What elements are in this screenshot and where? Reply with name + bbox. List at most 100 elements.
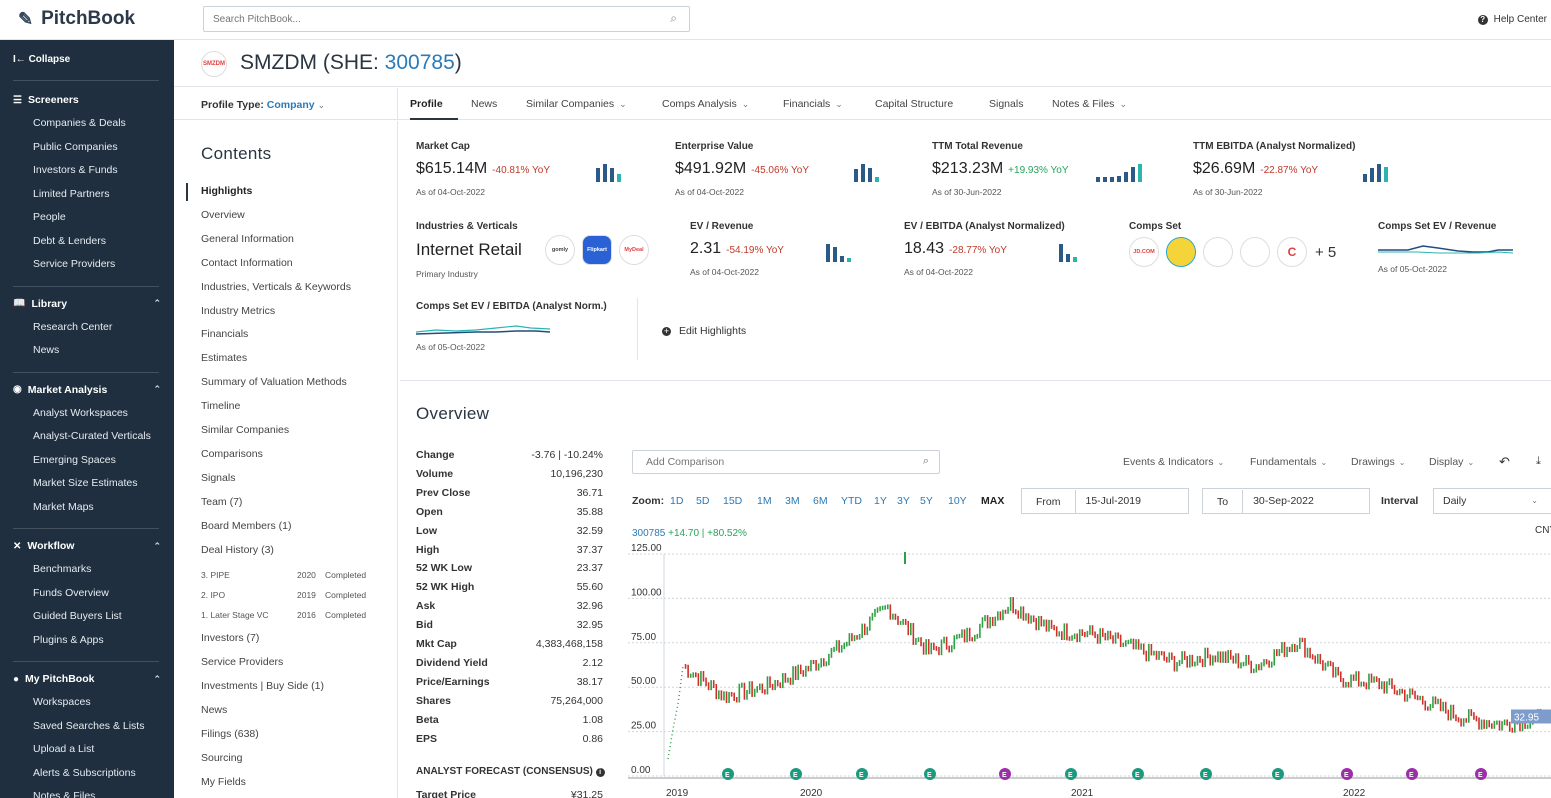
comps-set-card[interactable]: Comps Set (1129, 221, 1181, 232)
from-value[interactable]: 15-Jul-2019 (1076, 495, 1141, 507)
zoom-1d[interactable]: 1D (670, 495, 683, 507)
sidebar-item[interactable]: Research Center (33, 321, 112, 333)
contents-item[interactable]: News (201, 704, 227, 716)
industry-logo[interactable]: gomly (545, 235, 575, 265)
comp-logo[interactable] (1240, 237, 1270, 267)
contents-item[interactable]: Overview (201, 209, 245, 221)
interval-select[interactable]: Daily ⌄ (1433, 488, 1551, 514)
sidebar-item[interactable]: Emerging Spaces (33, 454, 116, 466)
download-icon[interactable]: ⤓ (1536, 455, 1541, 468)
contents-item[interactable]: Board Members (1) (201, 520, 291, 532)
sidebar-item[interactable]: Upload a List (33, 743, 94, 755)
zoom-max[interactable]: MAX (981, 495, 1004, 507)
help-center-link[interactable]: ? Help Center (1477, 14, 1547, 25)
collapse-button[interactable]: I← Collapse (13, 54, 70, 65)
sidebar-item[interactable]: Analyst Workspaces (33, 407, 128, 419)
contents-item[interactable]: General Information (201, 233, 294, 245)
sidebar-item[interactable]: Companies & Deals (33, 117, 126, 129)
sidebar-section-screeners[interactable]: ☰ Screeners (13, 94, 161, 106)
to-date-field[interactable]: To 30-Sep-2022 (1202, 488, 1370, 514)
contents-item[interactable]: Team (7) (201, 496, 242, 508)
sidebar-item[interactable]: Service Providers (33, 258, 115, 270)
enterprise-value-card[interactable]: Enterprise Value $491.92M -45.06% YoY As … (675, 141, 809, 197)
search-icon[interactable]: ⌕ (923, 455, 929, 468)
add-comparison-field[interactable]: ⌕ (632, 450, 940, 474)
sidebar-item[interactable]: Notes & Files (33, 790, 95, 798)
comp-logo[interactable]: JD.COM (1129, 237, 1159, 267)
industry-logo[interactable]: Flipkart (582, 235, 612, 265)
search-input[interactable] (204, 7, 644, 31)
comps-more-count[interactable]: + 5 (1315, 244, 1336, 261)
company-ticker-link[interactable]: 300785 (385, 51, 455, 74)
market-cap-card[interactable]: Market Cap $615.14M -40.81% YoY As of 04-… (416, 141, 550, 197)
deal-history-item[interactable]: 3. PIPE 2020 Completed (201, 570, 373, 580)
zoom-ytd[interactable]: YTD (841, 495, 862, 507)
tab-news[interactable]: News (471, 98, 497, 110)
sidebar-item[interactable]: Benchmarks (33, 563, 91, 575)
contents-item[interactable]: Investments | Buy Side (1) (201, 680, 324, 692)
tab-comps-analysis[interactable]: Comps Analysis ⌄ (662, 98, 749, 110)
contents-item[interactable]: Sourcing (201, 752, 242, 764)
sidebar-item[interactable]: Funds Overview (33, 587, 109, 599)
contents-item[interactable]: Comparisons (201, 448, 263, 460)
contents-item[interactable]: Industries, Verticals & Keywords (201, 281, 351, 293)
display-dropdown[interactable]: Display ⌄ (1429, 456, 1474, 468)
sidebar-item[interactable]: Public Companies (33, 141, 118, 153)
sidebar-item[interactable]: Alerts & Subscriptions (33, 767, 136, 779)
sidebar-section-library[interactable]: 📖 Library ⌃ (13, 298, 161, 310)
zoom-5d[interactable]: 5D (696, 495, 709, 507)
sidebar-section-market-analysis[interactable]: ◉ Market Analysis ⌃ (13, 384, 161, 396)
contents-item[interactable]: Deal History (3) (201, 544, 274, 556)
tab-notes-files[interactable]: Notes & Files ⌄ (1052, 98, 1127, 110)
comp-logo[interactable] (1166, 237, 1196, 267)
contents-item[interactable]: Contact Information (201, 257, 293, 269)
contents-item[interactable]: Industry Metrics (201, 305, 275, 317)
sidebar-item[interactable]: Limited Partners (33, 188, 109, 200)
contents-item[interactable]: Service Providers (201, 656, 283, 668)
zoom-3m[interactable]: 3M (785, 495, 800, 507)
search-icon[interactable]: ⌕ (670, 11, 677, 26)
zoom-1y[interactable]: 1Y (874, 495, 887, 507)
zoom-10y[interactable]: 10Y (948, 495, 967, 507)
sidebar-item[interactable]: News (33, 344, 59, 356)
zoom-1m[interactable]: 1M (757, 495, 772, 507)
events-indicators-dropdown[interactable]: Events & Indicators ⌄ (1123, 456, 1224, 468)
contents-item[interactable]: Timeline (201, 400, 240, 412)
sidebar-item[interactable]: Market Maps (33, 501, 94, 513)
contents-item[interactable]: Summary of Valuation Methods (201, 376, 347, 388)
sidebar-item[interactable]: Plugins & Apps (33, 634, 104, 646)
sidebar-item[interactable]: Debt & Lenders (33, 235, 106, 247)
profile-type-selector[interactable]: Profile Type: Company ⌄ (201, 99, 325, 111)
tab-capital-structure[interactable]: Capital Structure (875, 98, 953, 110)
sidebar-item[interactable]: Guided Buyers List (33, 610, 122, 622)
price-chart[interactable]: 125.00 100.00 75.00 50.00 25.00 0.00 2019 2020 2… (628, 544, 1551, 798)
tab-similar-companies[interactable]: Similar Companies ⌄ (526, 98, 627, 110)
sidebar-item[interactable]: Workspaces (33, 696, 91, 708)
industries-card[interactable]: Industries & Verticals Internet Retail P… (416, 221, 522, 279)
drawings-dropdown[interactable]: Drawings ⌄ (1351, 456, 1405, 468)
deal-history-item[interactable]: 1. Later Stage VC 2016 Completed (201, 610, 373, 620)
zoom-15d[interactable]: 15D (723, 495, 742, 507)
sidebar-section-my-pitchbook[interactable]: ● My PitchBook ⌃ (13, 673, 161, 685)
fundamentals-dropdown[interactable]: Fundamentals ⌄ (1250, 456, 1327, 468)
tab-signals[interactable]: Signals (989, 98, 1023, 110)
global-search[interactable]: ⌕ (203, 6, 690, 32)
contents-item[interactable]: Investors (7) (201, 632, 259, 644)
comps-ev-ebitda-card[interactable]: Comps Set EV / EBITDA (Analyst Norm.) As… (416, 301, 607, 352)
deal-history-item[interactable]: 2. IPO 2019 Completed (201, 590, 373, 600)
contents-item[interactable]: Signals (201, 472, 235, 484)
tab-profile[interactable]: Profile (410, 98, 443, 110)
comp-logo[interactable]: C (1277, 237, 1307, 267)
sidebar-item[interactable]: People (33, 211, 66, 223)
zoom-3y[interactable]: 3Y (897, 495, 910, 507)
sidebar-item[interactable]: Market Size Estimates (33, 477, 137, 489)
add-comparison-input[interactable] (633, 451, 903, 473)
contents-item[interactable]: Financials (201, 328, 248, 340)
zoom-6m[interactable]: 6M (813, 495, 828, 507)
zoom-5y[interactable]: 5Y (920, 495, 933, 507)
ev-revenue-card[interactable]: EV / Revenue 2.31 -54.19% YoY As of 04-Oc… (690, 221, 784, 277)
from-date-field[interactable]: From 15-Jul-2019 (1021, 488, 1189, 514)
contents-item[interactable]: Filings (638) (201, 728, 259, 740)
contents-item[interactable]: Estimates (201, 352, 247, 364)
pitchbook-logo[interactable]: ✎ PitchBook (18, 8, 135, 30)
